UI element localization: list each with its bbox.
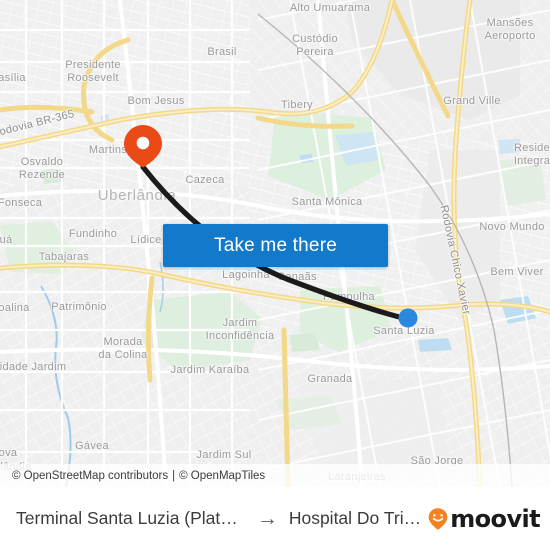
arrow-right-icon: → [256, 507, 278, 530]
destination-marker[interactable] [398, 308, 418, 328]
moovit-wordmark: moovit [450, 504, 540, 533]
trip-origin-label[interactable]: Terminal Santa Luzia (Platafor… [16, 508, 246, 529]
take-me-there-button[interactable]: Take me there [163, 224, 388, 267]
attribution-openmaptiles[interactable]: © OpenMapTiles [179, 470, 265, 482]
attribution-osm[interactable]: © OpenStreetMap contributors [12, 470, 168, 482]
map-viewport[interactable]: Alto Umuarama Mansões Aeroporto Custódio Per… [0, 0, 550, 487]
moovit-trip-map-screen: Alto Umuarama Mansões Aeroporto Custódio Per… [0, 0, 550, 550]
trip-destination-label[interactable]: Hospital Do Triân… [289, 508, 427, 529]
origin-marker[interactable] [124, 125, 162, 168]
attribution-separator: | [172, 469, 176, 482]
map-attribution: © OpenStreetMap contributors | © OpenMap… [0, 464, 550, 487]
moovit-logo[interactable]: moovit [427, 504, 541, 533]
trip-footer-bar: Terminal Santa Luzia (Platafor… → Hospit… [0, 487, 550, 550]
moovit-pin-icon [428, 507, 448, 530]
